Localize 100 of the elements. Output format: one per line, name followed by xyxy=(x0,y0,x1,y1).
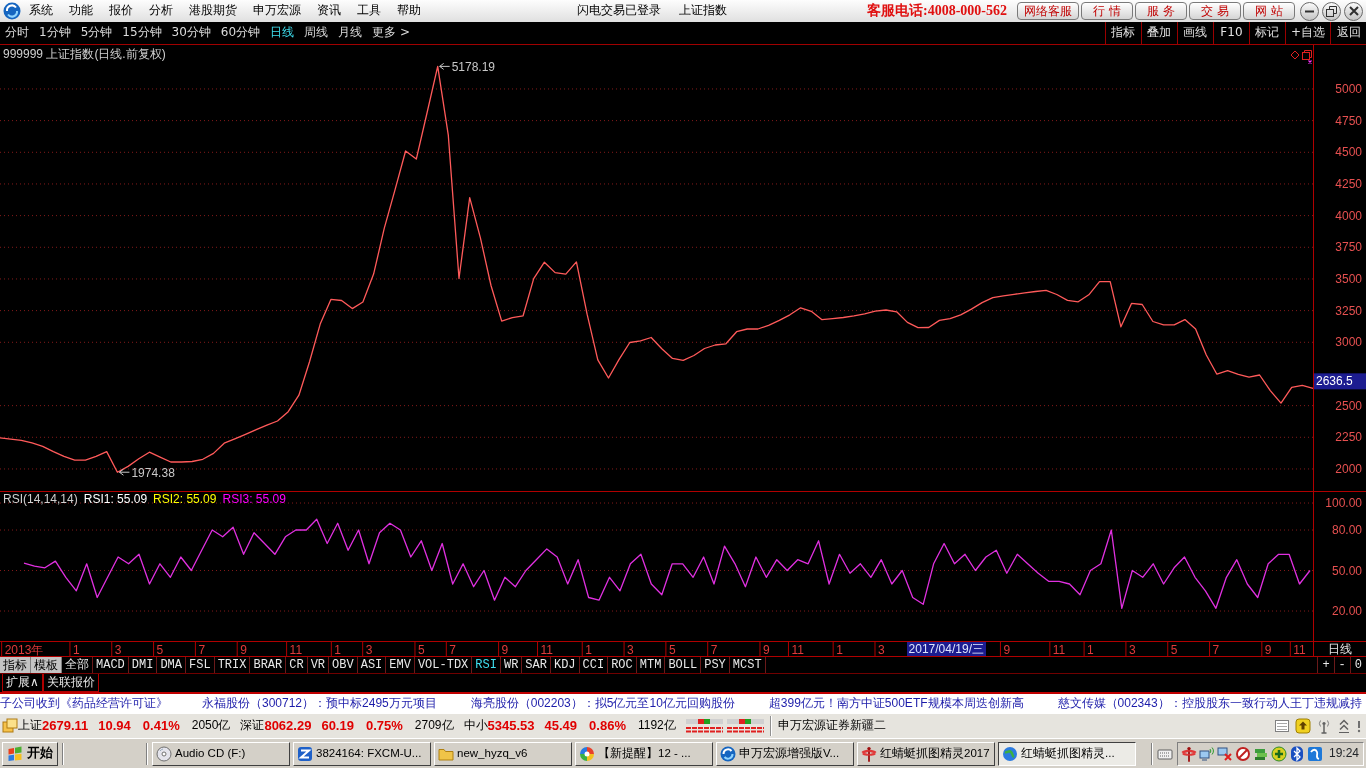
restore-button[interactable] xyxy=(1322,1,1341,21)
period-tab[interactable]: 15分钟 xyxy=(117,22,167,44)
zoom-button[interactable]: 0 xyxy=(1349,657,1366,673)
exclamation-icon[interactable] xyxy=(1356,718,1362,734)
extreme-price-label: 1974.38 xyxy=(131,465,175,480)
menu-item[interactable]: 分析 xyxy=(141,4,181,18)
chart-title: 999999 上证指数(日线.前复权) xyxy=(3,48,166,62)
indicator-tab[interactable]: CR xyxy=(286,657,308,673)
menu-item[interactable]: 港股期货 xyxy=(181,4,245,18)
menu-item[interactable]: 帮助 xyxy=(389,4,429,18)
index-turnover: 2050亿 xyxy=(191,719,231,733)
period-tab[interactable]: 5分钟 xyxy=(75,22,118,44)
indicator-tab[interactable]: DMI xyxy=(128,657,158,673)
taskbar-button[interactable]: 3824164: FXCM-U... xyxy=(293,741,431,766)
service-button[interactable]: 行 情 xyxy=(1081,2,1133,20)
network-icon[interactable] xyxy=(1198,745,1215,762)
toolbar-button[interactable]: 返回 xyxy=(1330,22,1366,44)
indicator-tab[interactable]: RSI xyxy=(472,657,501,673)
taskbar-button[interactable]: new_hyzq_v6 xyxy=(434,741,572,766)
period-tab[interactable]: 60分钟 xyxy=(215,22,266,44)
axis-label: 50.00 xyxy=(1331,563,1362,578)
toolbar-button[interactable]: 指标 xyxy=(1104,22,1141,44)
service-button[interactable]: 交 易 xyxy=(1189,2,1241,20)
service-button[interactable]: 网络客服 xyxy=(1017,2,1079,20)
indicator-button[interactable]: 指标 xyxy=(0,657,31,673)
close-button[interactable] xyxy=(1344,1,1363,21)
no-entry-icon[interactable] xyxy=(1234,745,1251,762)
taskbar-button[interactable]: Audio CD (F:) xyxy=(152,741,290,766)
period-tab[interactable]: 更多 > xyxy=(367,22,415,44)
indicator-tab[interactable]: PSY xyxy=(701,657,730,673)
indicator-tab[interactable]: TRIX xyxy=(214,657,251,673)
date-tick-label: 7 xyxy=(1212,642,1220,657)
period-tab[interactable]: 日线 xyxy=(265,22,300,44)
bluetooth-icon[interactable] xyxy=(1288,745,1305,762)
axis-label: 4250 xyxy=(1335,176,1362,191)
window-icon[interactable] xyxy=(1302,50,1312,60)
network-error-icon[interactable] xyxy=(1216,745,1233,762)
curve-tile-icon[interactable] xyxy=(1306,745,1323,762)
plus-icon[interactable] xyxy=(1270,745,1287,762)
restore-icon xyxy=(1326,5,1337,17)
menu-item[interactable]: 系统 xyxy=(21,4,61,18)
taskbar-button[interactable]: 红蜻蜓抓图精灵2017 xyxy=(857,741,995,766)
indicator-tab[interactable]: SAR xyxy=(522,657,551,673)
antenna-icon[interactable] xyxy=(1316,718,1332,734)
taskbar-button[interactable]: 红蜻蜓抓图精灵... xyxy=(998,741,1136,766)
indicator-tab[interactable]: VOL-TDX xyxy=(414,657,473,673)
news-headline[interactable]: 超399亿元！南方中证500ETF规模本周迭创新高 xyxy=(768,696,1024,711)
period-tab[interactable]: 分时 xyxy=(0,22,34,44)
indicator-tab[interactable]: BOLL xyxy=(665,657,702,673)
news-headline[interactable]: 永福股份（300712）：预中标2495万元项目 xyxy=(202,696,437,711)
menu-item[interactable]: 工具 xyxy=(349,4,389,18)
menu-item[interactable]: 资讯 xyxy=(309,4,349,18)
indicator-tab[interactable]: MACD xyxy=(93,657,129,673)
axis-label: 2500 xyxy=(1335,398,1362,413)
date-tick-label: 1 xyxy=(72,642,80,657)
indicator-tab[interactable]: EMV xyxy=(386,657,415,673)
zoom-button[interactable]: + xyxy=(1317,657,1334,673)
period-tab[interactable]: 30分钟 xyxy=(166,22,216,44)
menu-item[interactable]: 申万宏源 xyxy=(245,4,309,18)
indicator-tab[interactable]: DMA xyxy=(157,657,187,673)
toolbar-button[interactable]: 叠加 xyxy=(1140,22,1177,44)
menu-item[interactable]: 功能 xyxy=(61,4,101,18)
zoom-button[interactable]: - xyxy=(1333,657,1350,673)
period-tab[interactable]: 月线 xyxy=(333,22,368,44)
double-up-arrow-icon[interactable] xyxy=(1337,718,1351,734)
toolbar-button[interactable]: 标记 xyxy=(1248,22,1285,44)
period-tab[interactable]: 周线 xyxy=(299,22,334,44)
service-button[interactable]: 网 站 xyxy=(1243,2,1295,20)
windows-flag-icon xyxy=(7,745,23,762)
indicator-tab[interactable]: CCI xyxy=(579,657,609,673)
indicator-tab[interactable]: ROC xyxy=(608,657,637,673)
news-headline[interactable]: 慈文传媒（002343）：控股股东一致行动人王丁违规减持 xyxy=(1057,696,1362,711)
indicator-tab[interactable]: FSL xyxy=(186,657,215,673)
index-percent: 0.75% xyxy=(365,718,403,734)
indicator-tab[interactable]: BRAR xyxy=(250,657,287,673)
date-tick-label: 3 xyxy=(114,642,122,657)
menu-item[interactable]: 报价 xyxy=(101,4,141,18)
news-headline[interactable]: 海亮股份（002203）：拟5亿元至10亿元回购股份 xyxy=(470,696,735,711)
minimize-button[interactable] xyxy=(1300,1,1319,21)
indicator-tab[interactable]: 全部 xyxy=(62,657,93,673)
indicator-tab[interactable]: MCST xyxy=(729,657,766,673)
dragonfly-icon[interactable] xyxy=(1180,745,1197,762)
toolbar-button[interactable]: F10 xyxy=(1212,22,1249,44)
indicator-tab[interactable]: ASI xyxy=(357,657,387,673)
taskbar-button[interactable]: 【新提醒】12 - ... xyxy=(575,741,713,766)
diamond-icon[interactable] xyxy=(1290,50,1300,60)
taskbar-button[interactable]: 申万宏源增强版V... xyxy=(716,741,854,766)
indicator-tab[interactable]: WR xyxy=(500,657,523,673)
service-button[interactable]: 服 务 xyxy=(1135,2,1187,20)
toolbar-button[interactable]: +自选 xyxy=(1284,22,1330,44)
period-tab[interactable]: 1分钟 xyxy=(34,22,76,44)
indicator-tab[interactable]: VR xyxy=(307,657,330,673)
indicator-button[interactable]: 模板 xyxy=(31,657,62,673)
start-button[interactable]: 开始 xyxy=(2,741,58,766)
indicator-tab[interactable]: OBV xyxy=(329,657,358,673)
indicator-tab[interactable]: KDJ xyxy=(550,657,580,673)
news-headline[interactable]: 子公司收到《药品经营许可证》 xyxy=(0,696,168,711)
toolbar-button[interactable]: 画线 xyxy=(1176,22,1213,44)
indicator-tab[interactable]: MTM xyxy=(636,657,666,673)
notepad-icon[interactable] xyxy=(1274,718,1290,734)
